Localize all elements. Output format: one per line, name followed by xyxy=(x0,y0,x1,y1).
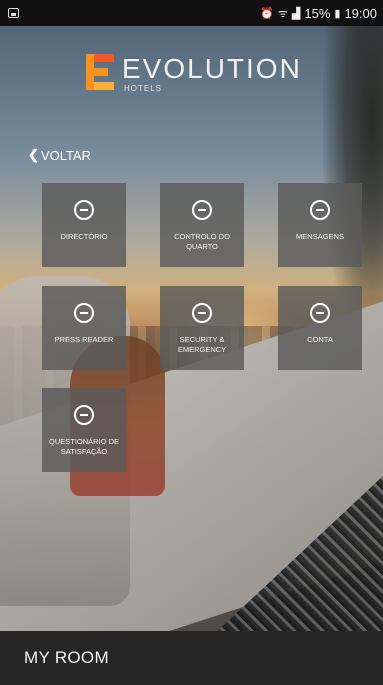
tile-press-reader[interactable]: PRESS READER xyxy=(42,286,126,370)
battery-percent: 15% xyxy=(304,5,331,21)
minus-circle-icon xyxy=(192,200,212,220)
tile-label: CONTA xyxy=(307,335,333,344)
minus-circle-icon xyxy=(74,200,94,220)
tile-label: PRESS READER xyxy=(54,335,114,344)
wifi-icon: ᯤ xyxy=(277,7,288,20)
minus-circle-icon xyxy=(74,303,94,323)
brand-name: EVOLUTION xyxy=(122,53,302,84)
signal-icon: ▟ xyxy=(291,7,301,20)
tile-label: QUESTIONÁRIO DE SATISFAÇÃO xyxy=(48,437,119,456)
chevron-left-icon: ❮ xyxy=(28,147,39,162)
battery-icon: ▮ xyxy=(334,7,341,20)
back-button[interactable]: ❮ VOLTAR xyxy=(28,147,91,163)
tile-label: CONTROLO DO QUARTO xyxy=(174,232,230,251)
minus-circle-icon xyxy=(310,200,330,220)
status-bar: ⏰ ᯤ ▟ 15% ▮ 19:00 xyxy=(0,0,383,26)
alarm-icon: ⏰ xyxy=(260,7,274,20)
minus-circle-icon xyxy=(74,405,94,425)
tile-conta[interactable]: CONTA xyxy=(278,286,362,370)
tile-label: MENSAGENS xyxy=(296,232,344,241)
evolution-logo-icon xyxy=(86,54,114,90)
tile-questionario-de-satisfacao[interactable]: QUESTIONÁRIO DE SATISFAÇÃO xyxy=(42,388,126,472)
minus-circle-icon xyxy=(310,303,330,323)
tile-label: DIRECTÓRIO xyxy=(60,232,108,241)
tile-label: SECURITY & EMERGENCY xyxy=(177,335,227,354)
minus-circle-icon xyxy=(192,303,212,323)
tile-controlo-do-quarto[interactable]: CONTROLO DO QUARTO xyxy=(160,183,244,267)
clock: 19:00 xyxy=(344,5,377,21)
tile-security-emergency[interactable]: SECURITY & EMERGENCY xyxy=(160,286,244,370)
my-room-title: MY ROOM xyxy=(24,648,109,667)
brand-logo: EVOLUTION HOTELS xyxy=(86,54,302,93)
brand-subtitle: HOTELS xyxy=(124,84,163,93)
back-label: VOLTAR xyxy=(40,147,91,163)
tile-directorio[interactable]: DIRECTÓRIO xyxy=(42,183,126,267)
gallery-notification-icon xyxy=(8,8,19,18)
bottom-bar[interactable]: MY ROOM xyxy=(0,631,383,685)
tile-mensagens[interactable]: MENSAGENS xyxy=(278,183,362,267)
